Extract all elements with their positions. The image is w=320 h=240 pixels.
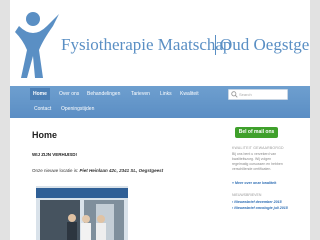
nav-item-home[interactable]: Home	[30, 88, 50, 100]
search-input[interactable]: Search	[228, 89, 288, 100]
nav-item-tarieven[interactable]: Tarieven	[128, 88, 153, 100]
address-value: Piet Heinlaan 42c, 2341 SL, Oegstgeest	[79, 168, 164, 173]
quality-heading: KWALITEIT GEWAARBORGD	[232, 146, 284, 150]
search-placeholder: Search	[239, 92, 252, 97]
nav-item-contact[interactable]: Contact	[31, 103, 54, 115]
page-title: Home	[32, 130, 58, 140]
address-prefix: Onze nieuwe locatie is:	[32, 168, 79, 173]
nav-item-kwaliteit[interactable]: Kwaliteit	[177, 88, 202, 100]
contact-cta-button[interactable]: Bel of mail ons	[235, 127, 278, 138]
search-icon	[231, 91, 238, 98]
nav-item-behandelingen[interactable]: Behandelingen	[84, 88, 123, 100]
page: Fysiotherapie Maatschap Oud Oegstgeest H…	[10, 0, 310, 240]
quality-link[interactable]: » Meer over onze kwaliteit	[232, 181, 276, 185]
newsletter-item[interactable]: ▪ Nieuwsbrief oncologie juli 2015	[232, 205, 288, 211]
site-title[interactable]: Fysiotherapie Maatschap	[61, 35, 231, 55]
nav-item-links[interactable]: Links	[157, 88, 175, 100]
newsletter-heading: NIEUWSBRIEVEN	[232, 193, 262, 197]
building-photo	[36, 186, 128, 240]
nav-item-over-ons[interactable]: Over ons	[56, 88, 82, 100]
title-divider	[215, 35, 216, 55]
announcement-heading: WIJ ZIJN VERHUISD!	[32, 152, 78, 157]
site-subtitle: Oud Oegstgeest	[220, 35, 310, 54]
newsletter-list: ▪ Nieuwsbrief december 2015 ▪ Nieuwsbrie…	[232, 199, 288, 211]
nav-item-openingstijden[interactable]: Openingstijden	[58, 103, 97, 115]
quality-text: Bij ons bent u verzekerd van kwaliteitsz…	[232, 152, 283, 171]
logo-figure-icon[interactable]	[13, 10, 63, 80]
address-line: Onze nieuwe locatie is: Piet Heinlaan 42…	[32, 168, 163, 173]
site-header: Fysiotherapie Maatschap Oud Oegstgeest	[10, 0, 310, 86]
